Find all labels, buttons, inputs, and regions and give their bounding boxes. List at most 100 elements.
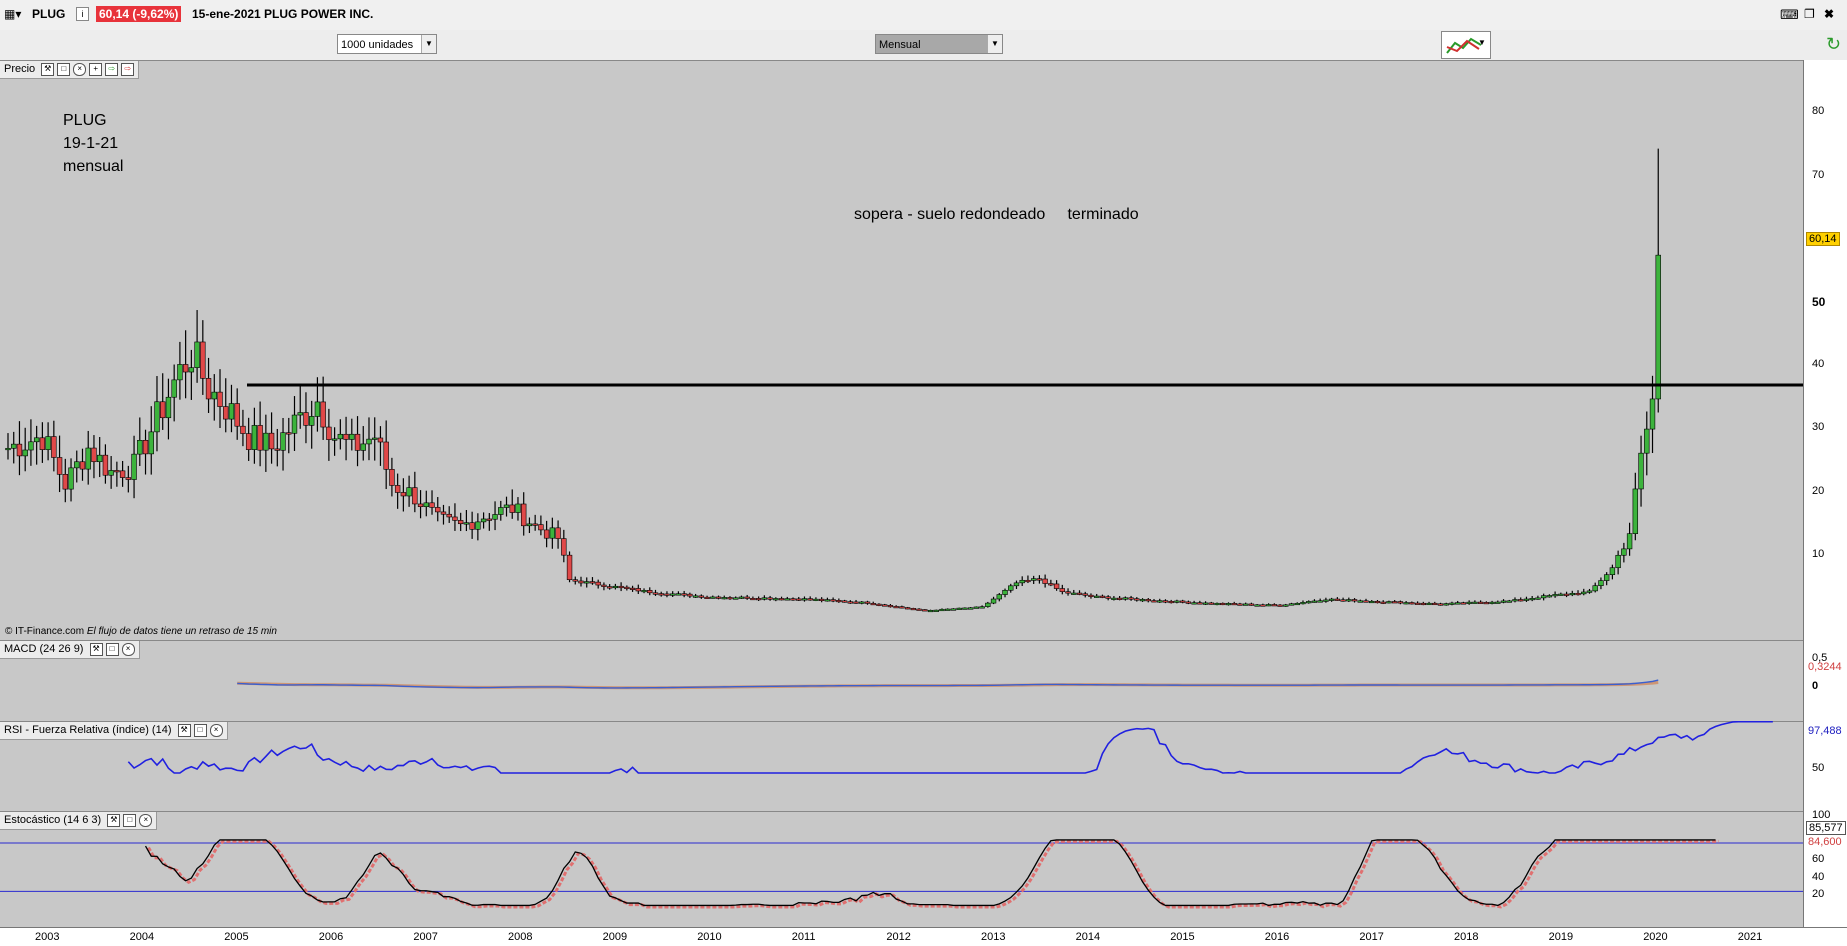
candle-body <box>710 596 716 599</box>
candle-body <box>429 502 435 508</box>
candle-body <box>1076 592 1083 595</box>
period-select[interactable]: Mensual ▼ <box>875 34 1003 54</box>
candle-body <box>326 426 332 440</box>
window-icon[interactable]: ▦▾ <box>4 7 21 21</box>
candle-body <box>1208 602 1215 605</box>
refresh-icon[interactable]: ↻ <box>1826 34 1841 55</box>
candle-body <box>509 504 515 513</box>
candle-body <box>910 608 917 611</box>
candle-body <box>1248 603 1255 606</box>
candle-body <box>1351 599 1358 602</box>
candle-body <box>200 341 206 379</box>
candle-body <box>1649 398 1656 430</box>
candle-body <box>1374 600 1381 604</box>
window-icon[interactable]: □ <box>57 62 71 76</box>
candle-body <box>761 597 768 600</box>
candle-body <box>492 514 498 520</box>
candle-body <box>945 608 951 611</box>
units-select[interactable]: 1000 unidades ▼ <box>337 34 437 54</box>
candle-body <box>1214 602 1220 606</box>
candle-body <box>1145 599 1151 602</box>
stoch-chart <box>0 839 1803 909</box>
candle-body <box>394 485 401 493</box>
candle-body <box>1512 599 1518 602</box>
candle-body <box>377 437 384 443</box>
candle-body <box>1242 603 1249 606</box>
candle-body <box>1466 601 1472 604</box>
candle-body <box>859 601 865 604</box>
candle-body <box>1174 600 1180 603</box>
candle-body <box>154 401 160 433</box>
candle-body <box>457 520 464 525</box>
candle-body <box>985 602 991 607</box>
candle-body <box>5 447 11 451</box>
price-panel-header: Precio ⚒ □ × + ⇨ ⇨ <box>0 61 140 79</box>
export-icon[interactable]: ⇨ <box>105 62 119 76</box>
candle-body <box>245 433 252 450</box>
candle-body <box>320 401 326 428</box>
candle-body <box>692 595 699 598</box>
candle-body <box>750 598 756 601</box>
candle-body <box>1409 602 1415 605</box>
candle-body <box>412 487 418 505</box>
candle-body <box>39 437 46 450</box>
price-tick: 50 <box>1812 295 1826 309</box>
year-tick: 2014 <box>1075 931 1101 943</box>
candle-body <box>1311 600 1318 603</box>
candle-body <box>1357 600 1363 603</box>
candle-body <box>830 599 836 602</box>
year-tick: 2011 <box>791 931 816 943</box>
candle-body <box>217 391 223 407</box>
info-icon[interactable]: i <box>76 7 89 21</box>
candle-body <box>1099 595 1106 598</box>
candle-body <box>538 524 544 531</box>
stoch-d-tag: 84,600 <box>1808 836 1842 848</box>
candle-body <box>1632 488 1639 534</box>
candle-body <box>1185 601 1192 604</box>
candle-body <box>331 438 338 441</box>
candle-body <box>1426 602 1432 606</box>
candle-body <box>629 587 636 590</box>
candle-body <box>790 598 796 601</box>
candle-body <box>1615 554 1621 569</box>
candle-body <box>1575 593 1581 596</box>
candle-body <box>440 511 447 515</box>
candle-body <box>1008 585 1014 591</box>
candle-body <box>1386 601 1392 604</box>
candle-body <box>916 608 922 611</box>
candle-body <box>297 412 303 416</box>
chevron-down-icon[interactable]: ▼ <box>1478 38 1486 47</box>
candle-body <box>893 606 899 609</box>
close-icon[interactable]: ✖ <box>1824 7 1834 21</box>
candle-body <box>1088 594 1094 597</box>
candle-body <box>1443 603 1449 606</box>
candle-body <box>423 502 429 508</box>
price-tick: 70 <box>1812 169 1825 181</box>
macd-chart <box>237 679 1659 690</box>
candle-body <box>280 432 286 451</box>
candle-body <box>1220 602 1226 606</box>
candle-body <box>51 436 57 458</box>
chevron-down-icon[interactable]: ▼ <box>987 35 1002 53</box>
units-value: 1000 unidades <box>341 39 414 51</box>
candle-body <box>1483 602 1490 605</box>
candle-body <box>572 579 578 582</box>
restore-icon[interactable]: ❐ <box>1804 7 1815 21</box>
remove-icon[interactable]: ⇨ <box>121 62 135 76</box>
macd-tick: 0 <box>1812 680 1819 692</box>
candle-body <box>1168 600 1174 604</box>
candle-body <box>1644 428 1650 454</box>
candle-body <box>584 581 590 584</box>
add-icon[interactable]: + <box>89 62 103 76</box>
candle-body <box>784 598 790 601</box>
wrench-icon[interactable]: ⚒ <box>41 62 55 76</box>
candle-body <box>251 425 258 450</box>
candle-body <box>228 403 235 420</box>
close-icon[interactable]: × <box>73 62 87 76</box>
candle-body <box>1122 597 1129 600</box>
change-badge: 60,14 (-9,62%) <box>96 6 182 22</box>
candle-body <box>939 608 945 612</box>
keyboard-icon[interactable]: ⌨ <box>1780 7 1799 23</box>
candle-body <box>1558 593 1564 596</box>
chevron-down-icon[interactable]: ▼ <box>421 35 436 53</box>
